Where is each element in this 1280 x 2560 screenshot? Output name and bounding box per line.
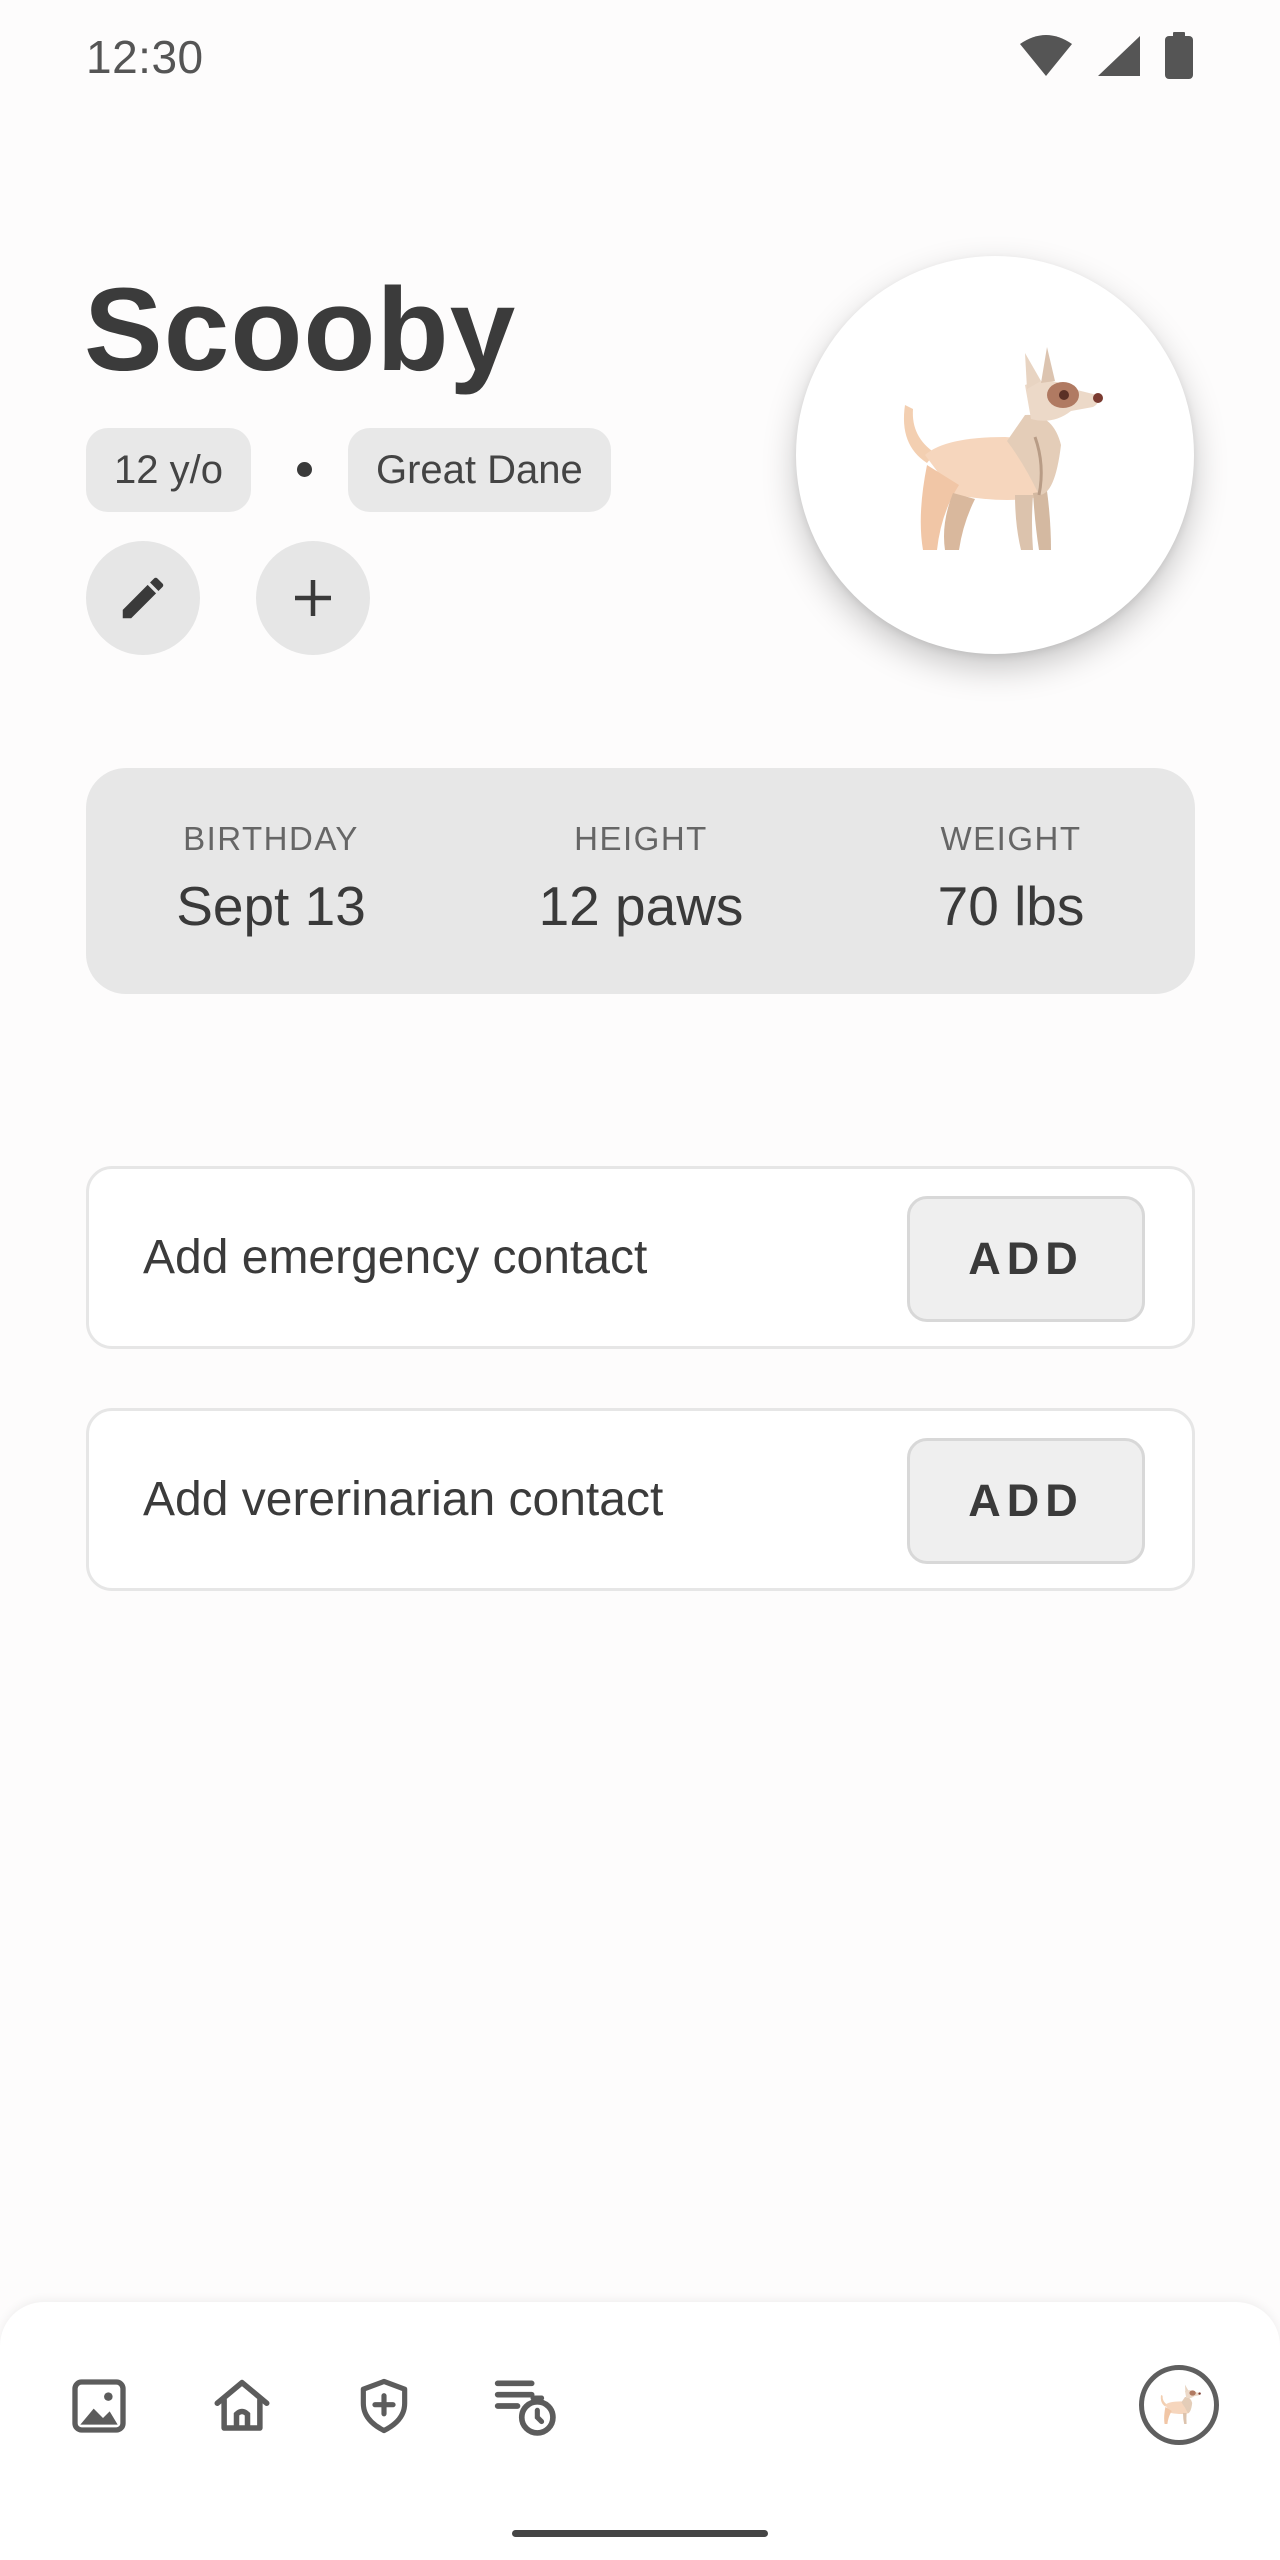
gesture-home-indicator[interactable] bbox=[512, 2530, 768, 2537]
breed-chip: Great Dane bbox=[348, 428, 611, 512]
pet-avatar[interactable] bbox=[796, 256, 1194, 654]
stat-label: BIRTHDAY bbox=[183, 820, 359, 857]
stat-label: HEIGHT bbox=[574, 820, 708, 857]
emergency-contact-card: Add emergency contact ADD bbox=[86, 1166, 1195, 1349]
dog-illustration bbox=[903, 347, 1103, 550]
pet-stats-card: BIRTHDAY Sept 13 HEIGHT 12 paws WEIGHT 7… bbox=[86, 768, 1195, 994]
battery-icon bbox=[1164, 32, 1194, 80]
nav-gallery-button[interactable] bbox=[63, 2370, 135, 2442]
add-veterinarian-contact-button[interactable]: ADD bbox=[907, 1438, 1145, 1564]
veterinarian-contact-card: Add vererinarian contact ADD bbox=[86, 1408, 1195, 1591]
separator-dot bbox=[297, 462, 312, 477]
nav-pet-profile-button[interactable] bbox=[1139, 2365, 1219, 2445]
bottom-navigation bbox=[0, 2302, 1280, 2560]
status-time: 12:30 bbox=[86, 31, 204, 83]
stat-height: HEIGHT 12 paws bbox=[456, 768, 826, 994]
nav-health-button[interactable] bbox=[348, 2370, 420, 2442]
pet-name: Scooby bbox=[84, 264, 517, 396]
stat-value: Sept 13 bbox=[176, 875, 366, 937]
stat-value: 12 paws bbox=[538, 875, 744, 937]
nav-home-button[interactable] bbox=[206, 2370, 278, 2442]
stat-value: 70 lbs bbox=[937, 875, 1085, 937]
stat-label: WEIGHT bbox=[940, 820, 1082, 857]
add-button[interactable] bbox=[256, 541, 370, 655]
pet-profile-avatar bbox=[1160, 2384, 1201, 2424]
status-bar: 12:30 bbox=[0, 0, 1280, 115]
emergency-contact-label: Add emergency contact bbox=[143, 1231, 648, 1284]
stat-weight: WEIGHT 70 lbs bbox=[826, 768, 1196, 994]
gallery-icon bbox=[72, 2379, 126, 2433]
plus-icon bbox=[295, 580, 331, 616]
stat-birthday: BIRTHDAY Sept 13 bbox=[86, 768, 456, 994]
age-chip: 12 y/o bbox=[86, 428, 251, 512]
add-emergency-contact-button[interactable]: ADD bbox=[907, 1196, 1145, 1322]
home-icon bbox=[214, 2379, 270, 2431]
edit-pet-button[interactable] bbox=[86, 541, 200, 655]
pencil-icon bbox=[122, 577, 164, 619]
status-icons bbox=[1018, 32, 1194, 80]
nav-schedule-button[interactable] bbox=[490, 2370, 562, 2442]
pet-profile-screen: 12:30 Scooby 12 y/o Great Dane BIRTHDAY … bbox=[0, 0, 1280, 2560]
shield-plus-icon bbox=[360, 2378, 408, 2434]
cellular-signal-icon bbox=[1096, 34, 1142, 78]
veterinarian-contact-label: Add vererinarian contact bbox=[143, 1473, 664, 1526]
timer-list-icon bbox=[494, 2380, 556, 2436]
wifi-icon bbox=[1018, 34, 1074, 78]
